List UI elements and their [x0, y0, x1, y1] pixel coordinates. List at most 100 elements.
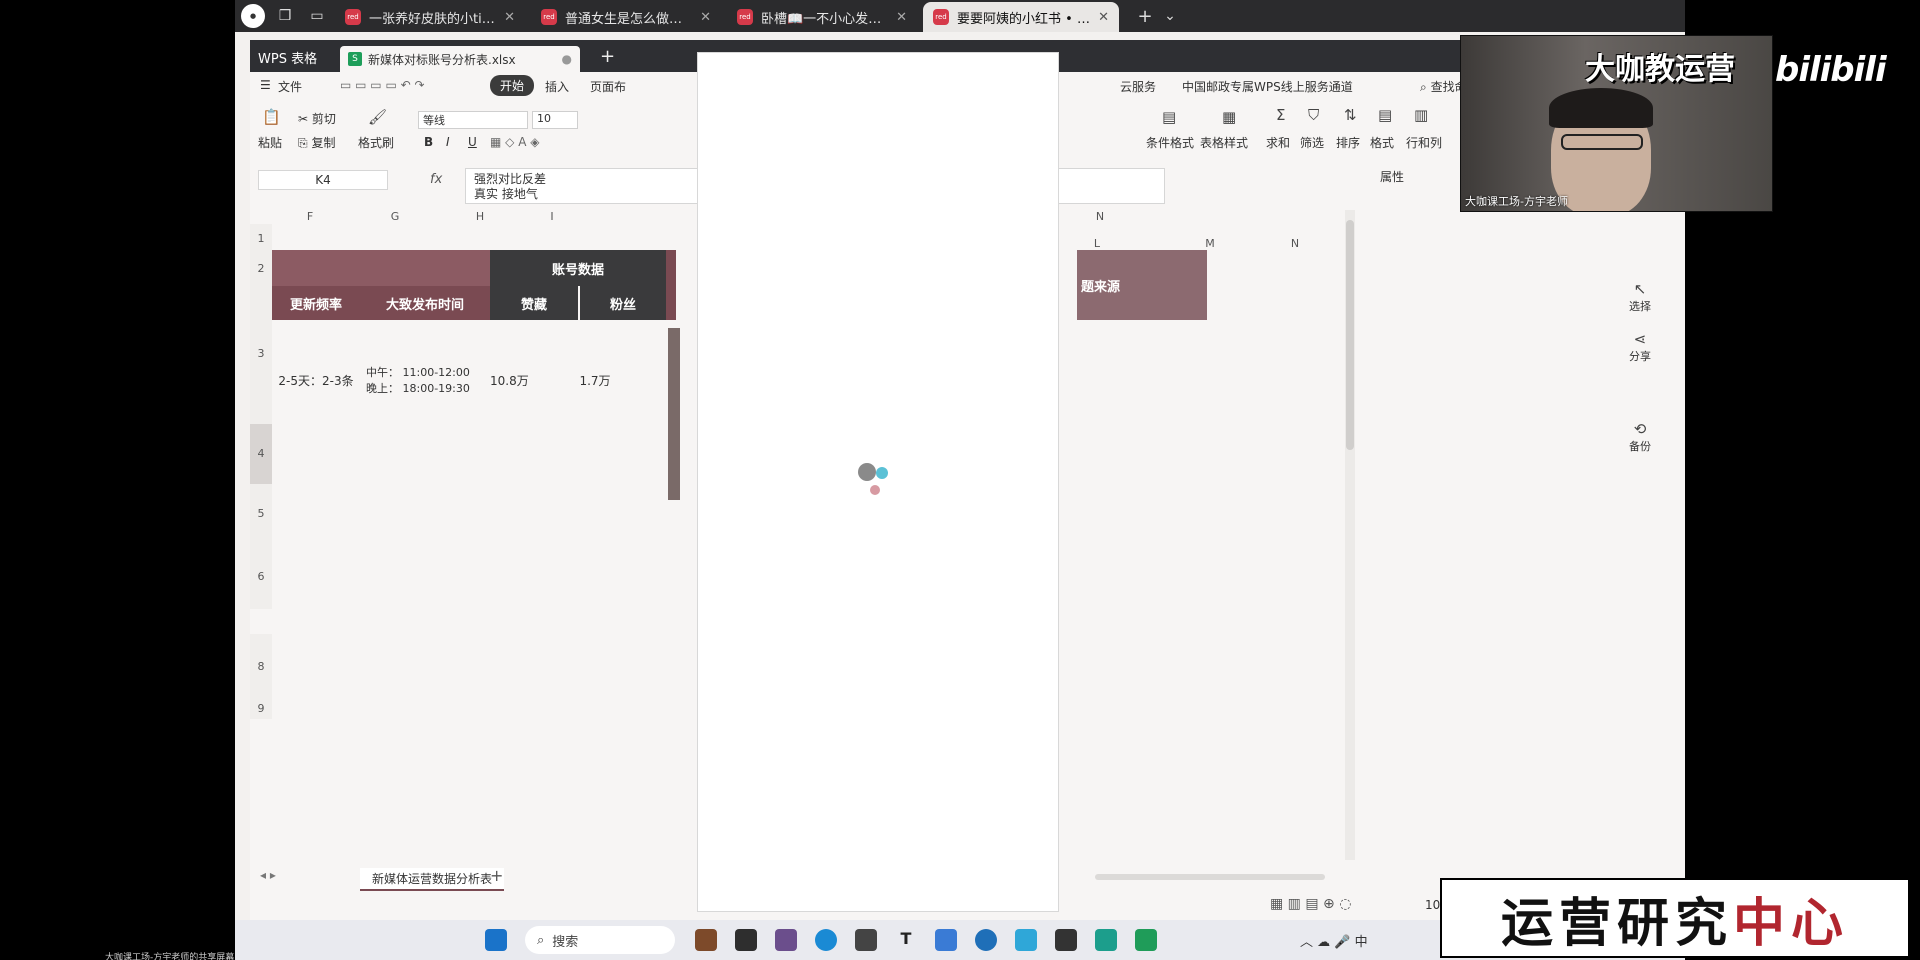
ime-indicator[interactable]: 中 — [1355, 935, 1368, 950]
header-cell-blank[interactable] — [272, 250, 490, 286]
row-header-6[interactable]: 6 — [250, 544, 272, 609]
col-header-n[interactable]: N — [1080, 210, 1120, 223]
menu-postal-channel[interactable]: 中国邮政专属WPS线上服务通道 — [1182, 78, 1353, 95]
close-tab-icon[interactable]: ✕ — [896, 10, 907, 25]
table-style-icon[interactable]: ▦ — [1222, 108, 1236, 126]
app-icon[interactable] — [735, 929, 757, 951]
close-tab-icon[interactable]: ✕ — [700, 10, 711, 25]
app-icon[interactable] — [855, 929, 877, 951]
menu-start[interactable]: 开始 — [490, 75, 535, 96]
view-mode-icons[interactable]: ▦ ▥ ▤ ⊕ ◌ — [1270, 896, 1351, 912]
close-tab-icon[interactable]: ✕ — [1098, 10, 1109, 25]
col-header-i[interactable]: I — [532, 210, 572, 223]
col-header-n-right[interactable]: N — [1275, 237, 1315, 250]
sheet-nav-icon[interactable]: ◂ ▸ — [260, 868, 276, 882]
menu-insert[interactable]: 插入 — [545, 78, 569, 95]
paste-icon[interactable]: 📋 — [262, 108, 281, 126]
rail-backup[interactable]: ⟲ 备份 — [1615, 420, 1665, 454]
row-col-button[interactable]: 行和列 — [1406, 134, 1442, 151]
sort-icon[interactable]: ⇅ — [1344, 106, 1357, 124]
app-icon[interactable] — [1095, 929, 1117, 951]
typora-icon[interactable]: T — [895, 929, 917, 951]
taskbar-search[interactable]: ⌕ 搜索 — [525, 926, 675, 954]
font-name-select[interactable]: 等线 — [418, 111, 528, 129]
row-header-9[interactable]: 9 — [250, 699, 272, 719]
rail-select[interactable]: ↖ 选择 — [1615, 280, 1665, 314]
hamburger-icon[interactable]: ☰ — [260, 78, 271, 92]
menu-page-layout[interactable]: 页面布 — [590, 78, 626, 95]
name-box[interactable]: K4 — [258, 170, 388, 190]
format-icon[interactable]: ▤ — [1378, 106, 1392, 124]
system-tray[interactable]: ︿ ☁ 🎤 中 — [1300, 931, 1368, 950]
header-publish-time[interactable]: 大致发布时间 — [360, 286, 490, 320]
row-header-5[interactable]: 5 — [250, 484, 272, 544]
col-header-h[interactable]: H — [460, 210, 500, 223]
new-tab-button[interactable]: + — [1135, 6, 1155, 27]
tab-list-chevron-icon[interactable]: ⌄ — [1160, 6, 1180, 26]
browser-tab-3[interactable]: red 卧槽📖一不小心发现了烟皮痛 ✕ — [727, 2, 917, 32]
font-size-select[interactable]: 10 — [532, 111, 578, 129]
new-document-button[interactable]: + — [600, 46, 615, 67]
app-icon[interactable] — [1055, 929, 1077, 951]
rail-share[interactable]: ⋖ 分享 — [1615, 330, 1665, 364]
quick-access-icons[interactable]: ▭ ▭ ▭ ▭ ↶ ↷ — [340, 78, 425, 92]
sum-icon[interactable]: Σ — [1276, 106, 1285, 124]
fx-icon[interactable]: fx — [430, 172, 442, 187]
windows-start-icon[interactable] — [485, 929, 507, 951]
row-header-3[interactable]: 3 — [250, 284, 272, 424]
vertical-scrollbar-thumb[interactable] — [1346, 220, 1354, 450]
app-icon[interactable] — [775, 929, 797, 951]
header-likes[interactable]: 赞藏 — [490, 286, 578, 320]
sum-button[interactable]: 求和 — [1266, 134, 1290, 151]
row-header-2[interactable]: 2 — [250, 254, 272, 284]
table-style-button[interactable]: 表格样式 — [1200, 134, 1248, 151]
col-header-m-right[interactable]: M — [1190, 237, 1230, 250]
cell-update-frequency[interactable]: 2-5天：2-3条 — [272, 360, 360, 400]
close-tab-icon[interactable]: ✕ — [504, 10, 515, 25]
profile-avatar[interactable]: ● — [241, 4, 265, 28]
row-header-8[interactable]: 8 — [250, 634, 272, 699]
row-header-4[interactable]: 4 — [250, 424, 272, 484]
edge-browser-icon[interactable] — [975, 929, 997, 951]
conditional-format-icon[interactable]: ▤ — [1162, 108, 1176, 126]
edge-browser-icon[interactable] — [815, 929, 837, 951]
row-header-1[interactable]: 1 — [250, 224, 272, 254]
header-update-frequency[interactable]: 更新频率 — [272, 286, 360, 320]
app-icon[interactable] — [695, 929, 717, 951]
workspaces-icon[interactable]: ❒ — [275, 6, 295, 26]
cell-likes[interactable]: 10.8万 — [490, 360, 550, 400]
format-painter-button[interactable]: 格式刷 — [358, 134, 394, 151]
header-topic-source[interactable]: 题来源 — [1077, 250, 1207, 320]
col-header-g[interactable]: G — [375, 210, 415, 223]
app-icon[interactable] — [1135, 929, 1157, 951]
wps-app-label[interactable]: WPS 表格 — [258, 48, 317, 67]
copy-button[interactable]: ⎘ 复制 — [298, 134, 335, 151]
vertical-scrollbar[interactable] — [1345, 210, 1355, 860]
header-fans[interactable]: 粉丝 — [580, 286, 666, 320]
cut-button[interactable]: ✂ 剪切 — [298, 110, 336, 127]
header-account-data[interactable]: 账号数据 — [490, 250, 666, 286]
add-sheet-button[interactable]: + — [490, 866, 503, 885]
col-header-f[interactable]: F — [290, 210, 330, 223]
browser-tab-2[interactable]: red 普通女生是怎么做到的皮肤相好 ✕ — [531, 2, 721, 32]
browser-tab-1[interactable]: red 一张养好皮肤的小tips（一辈子 ✕ — [335, 2, 525, 32]
underline-button[interactable]: U — [468, 135, 477, 149]
cell-fans[interactable]: 1.7万 — [570, 360, 620, 400]
format-button[interactable]: 格式 — [1370, 134, 1394, 151]
bold-button[interactable]: B — [424, 135, 433, 149]
properties-label[interactable]: 属性 — [1380, 168, 1404, 185]
cell-publish-time[interactable]: 中午： 11:00-12:00 晚上： 18:00-19:30 — [360, 360, 490, 400]
notes-icon[interactable] — [935, 929, 957, 951]
header-cell-partial[interactable] — [666, 250, 676, 320]
app-icon[interactable] — [1015, 929, 1037, 951]
document-tab[interactable]: S 新媒体对标账号分析表.xlsx ● — [340, 46, 580, 72]
menu-cloud-service[interactable]: 云服务 — [1120, 78, 1156, 95]
border-fill-color-icons[interactable]: ▦ ◇ A ◈ — [490, 135, 539, 149]
sort-button[interactable]: 排序 — [1336, 134, 1360, 151]
tab-actions-icon[interactable]: ▭ — [307, 6, 327, 26]
filter-button[interactable]: 筛选 — [1300, 134, 1324, 151]
horizontal-scrollbar[interactable] — [1095, 874, 1325, 880]
conditional-format-button[interactable]: 条件格式 — [1146, 134, 1194, 151]
paste-button[interactable]: 粘贴 — [258, 134, 282, 151]
row-col-icon[interactable]: ▥ — [1414, 106, 1428, 124]
